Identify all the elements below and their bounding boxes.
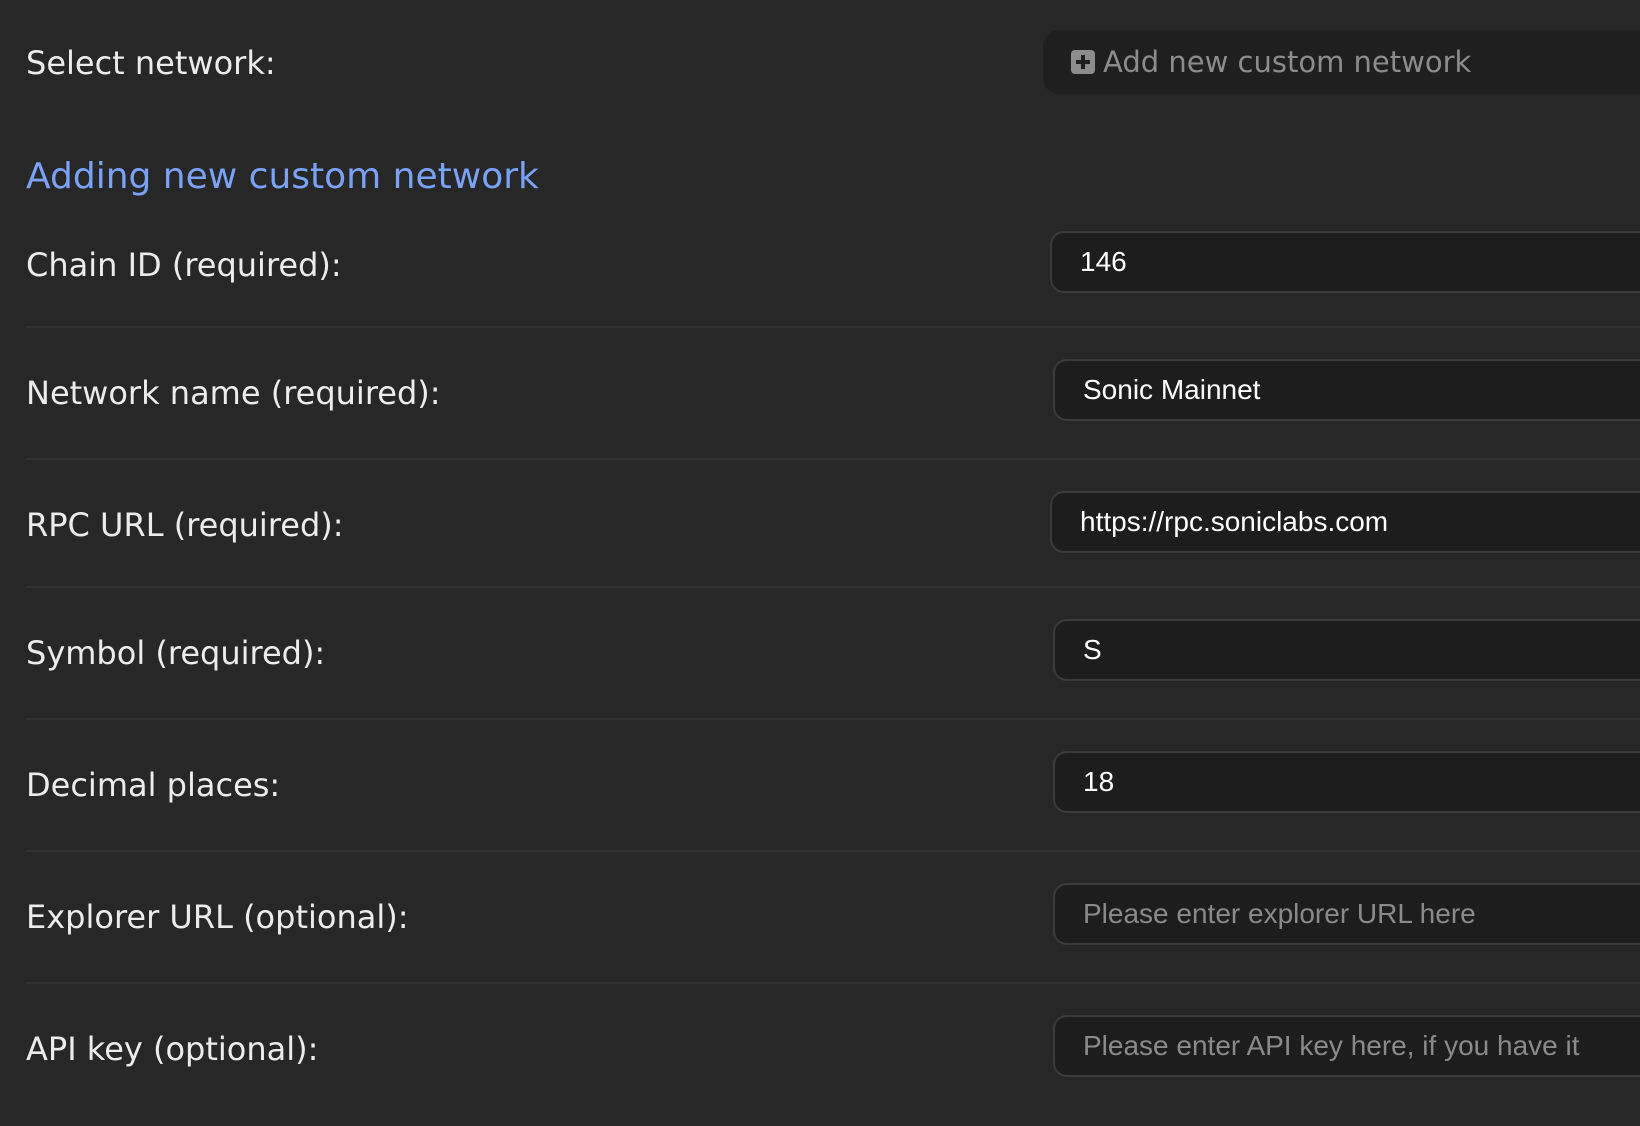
decimal-places-input[interactable]: 18 bbox=[1053, 751, 1640, 813]
custom-network-page: Select network: Add new custom network A… bbox=[0, 0, 1640, 1126]
divider bbox=[26, 982, 1640, 984]
explorer-url-label: Explorer URL (optional): bbox=[26, 898, 409, 936]
symbol-label: Symbol (required): bbox=[26, 634, 326, 672]
rpc-url-input[interactable]: https://rpc.soniclabs.com bbox=[1050, 491, 1640, 553]
rpc-url-label: RPC URL (required): bbox=[26, 506, 344, 544]
divider bbox=[26, 850, 1640, 852]
form-heading: Adding new custom network bbox=[26, 156, 539, 197]
network-name-label: Network name (required): bbox=[26, 374, 441, 412]
explorer-url-input[interactable]: Please enter explorer URL here bbox=[1053, 883, 1640, 945]
add-custom-network-label: Add new custom network bbox=[1103, 45, 1472, 79]
add-custom-network-button[interactable]: Add new custom network bbox=[1043, 30, 1640, 94]
divider bbox=[26, 458, 1640, 460]
api-key-input[interactable]: Please enter API key here, if you have i… bbox=[1053, 1015, 1640, 1077]
divider bbox=[26, 718, 1640, 720]
chain-id-input[interactable]: 146 bbox=[1050, 231, 1640, 293]
select-network-label: Select network: bbox=[26, 44, 276, 82]
divider bbox=[26, 326, 1640, 328]
divider bbox=[26, 586, 1640, 588]
api-key-label: API key (optional): bbox=[26, 1030, 319, 1068]
network-name-input[interactable]: Sonic Mainnet bbox=[1053, 359, 1640, 421]
symbol-input[interactable]: S bbox=[1053, 619, 1640, 681]
decimal-places-label: Decimal places: bbox=[26, 766, 281, 804]
plus-square-icon bbox=[1071, 50, 1095, 74]
chain-id-label: Chain ID (required): bbox=[26, 246, 342, 284]
